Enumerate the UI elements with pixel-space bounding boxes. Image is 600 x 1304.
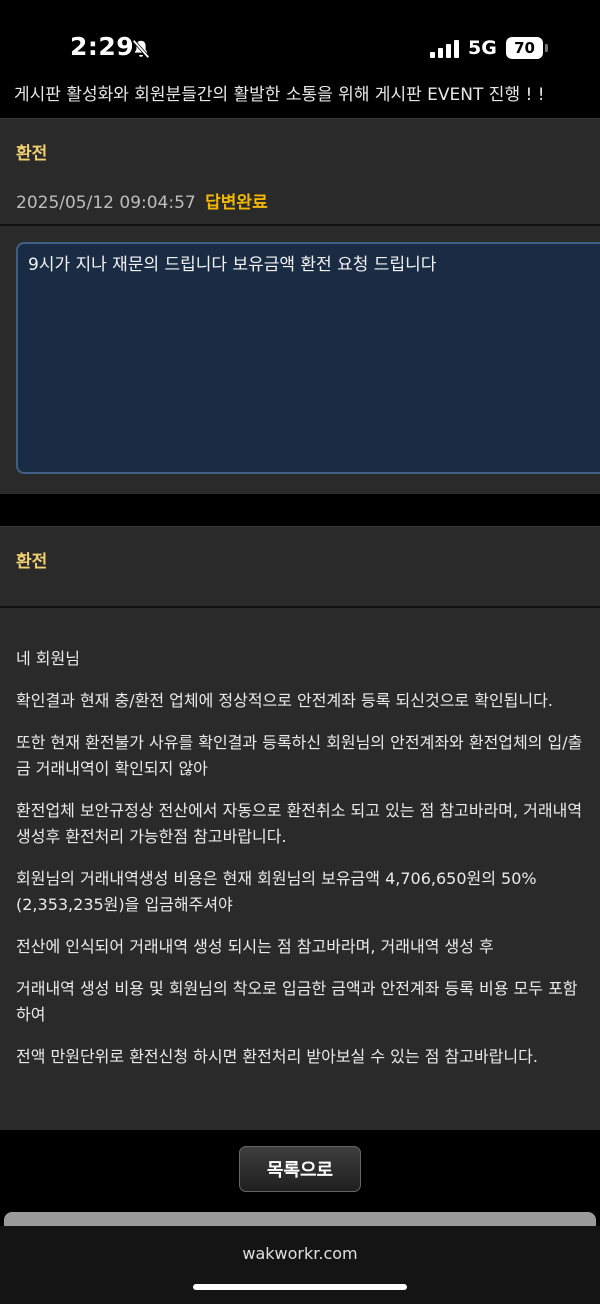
battery-level: 70 <box>514 39 535 57</box>
status-badge: 답변완료 <box>205 193 268 213</box>
question-textarea[interactable]: 9시가 지나 재문의 드립니다 보유금액 환전 요청 드립니다 <box>16 242 600 474</box>
answer-paragraph: 환전업체 보안규정상 전산에서 자동으로 환전취소 되고 있는 점 참고바라며,… <box>16 801 583 846</box>
question-datetime: 2025/05/12 09:04:57 <box>16 193 196 213</box>
network-type: 5G <box>468 37 497 59</box>
signal-icon <box>430 40 459 58</box>
question-meta: 2025/05/12 09:04:57 답변완료 <box>16 188 268 213</box>
question-header: 환전 2025/05/12 09:04:57 답변완료 <box>0 118 600 224</box>
answer-paragraph: 또한 현재 환전불가 사유를 확인결과 등록하신 회원님의 안전계좌와 환전업체… <box>16 733 583 778</box>
notice-text: 게시판 활성화와 회원분들간의 활발한 소통을 위해 게시판 EVENT 진행 … <box>14 85 545 105</box>
answer-title: 환전 <box>16 552 48 572</box>
answer-paragraph: 거래내역 생성 비용 및 회원님의 착오로 입금한 금액과 안전계좌 등록 비용… <box>16 979 578 1024</box>
bell-off-icon <box>132 39 150 59</box>
answer-text: 네 회원님 확인결과 현재 충/환전 업체에 정상적으로 안전계좌 등록 되신것… <box>16 646 586 1086</box>
status-time: 2:29 <box>70 32 135 61</box>
status-bar: 2:29 5G 70 <box>0 0 600 90</box>
question-body: 9시가 지나 재문의 드립니다 보유금액 환전 요청 드립니다 <box>0 226 600 494</box>
answer-paragraph: 회원님의 거래내역생성 비용은 현재 회원님의 보유금액 4,706,650원의… <box>16 869 537 914</box>
answer-paragraph: 전액 만원단위로 환전신청 하시면 환전처리 받아보실 수 있는 점 참고바랍니… <box>16 1047 538 1066</box>
home-indicator[interactable] <box>193 1284 407 1290</box>
question-title: 환전 <box>16 144 48 164</box>
notice-marquee: 게시판 활성화와 회원분들간의 활발한 소통을 위해 게시판 EVENT 진행 … <box>0 78 600 108</box>
browser-address-bar: wakworkr.com <box>0 1226 600 1304</box>
answer-paragraph: 네 회원님 <box>16 649 80 668</box>
answer-body: 네 회원님 확인결과 현재 충/환전 업체에 정상적으로 안전계좌 등록 되신것… <box>0 608 600 1130</box>
answer-paragraph: 확인결과 현재 충/환전 업체에 정상적으로 안전계좌 등록 되신것으로 확인됩… <box>16 691 553 710</box>
answer-paragraph: 전산에 인식되어 거래내역 생성 되시는 점 참고바라며, 거래내역 생성 후 <box>16 937 494 956</box>
back-to-list-button[interactable]: 목록으로 <box>239 1146 361 1192</box>
battery-icon: 70 <box>506 37 548 59</box>
url-text[interactable]: wakworkr.com <box>0 1244 600 1263</box>
answer-header: 환전 <box>0 526 600 606</box>
